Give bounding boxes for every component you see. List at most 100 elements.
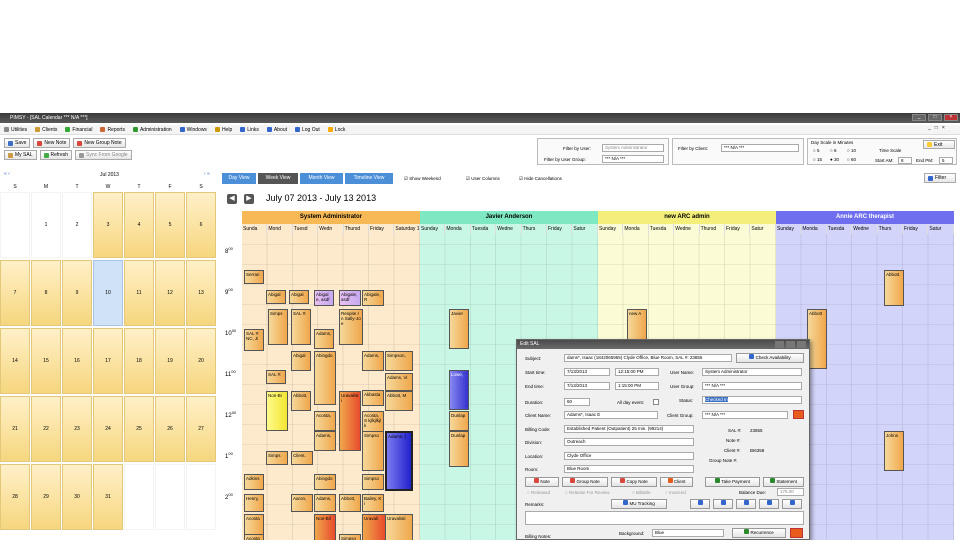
- mini-day-cell[interactable]: 23: [62, 396, 92, 462]
- user-group-select[interactable]: *** N/A ***: [702, 382, 802, 390]
- delete-icon[interactable]: [790, 528, 803, 538]
- appointment[interactable]: Abigale, asdf: [339, 290, 361, 306]
- appointment[interactable]: Non-Bil: [314, 514, 336, 540]
- group-note-button[interactable]: Group Note: [562, 477, 608, 487]
- client-name-select[interactable]: Adams*, Isaac E: [564, 411, 658, 419]
- end-pm-input[interactable]: 5: [939, 157, 953, 164]
- appointment[interactable]: Simpso: [362, 474, 384, 490]
- maximize-button[interactable]: □: [928, 114, 942, 121]
- appointment[interactable]: Abigal: [291, 351, 311, 371]
- mini-day-cell[interactable]: 7: [0, 260, 30, 326]
- user-name-select[interactable]: System Administrator: [702, 368, 802, 376]
- start-am-input[interactable]: 8: [898, 157, 912, 164]
- inner-minimize[interactable]: _: [928, 125, 931, 131]
- mini-day-cell[interactable]: 22: [31, 396, 61, 462]
- appointment[interactable]: SAL #:: [291, 309, 311, 345]
- appointment[interactable]: SAL #:: [266, 370, 286, 384]
- filter-group-select[interactable]: *** N/A ***: [602, 155, 664, 163]
- take-payment-button[interactable]: Take Payment: [705, 477, 760, 487]
- remarks-attach-button[interactable]: [782, 499, 802, 509]
- tab-week-view[interactable]: Week View: [258, 173, 298, 184]
- dialog-minimize[interactable]: [775, 341, 784, 348]
- mini-day-cell[interactable]: 5: [155, 192, 185, 258]
- end-time-input[interactable]: 1:15:00 PM: [615, 382, 659, 390]
- appointment[interactable]: Dunlap: [449, 431, 469, 467]
- menu-administration[interactable]: Administration: [132, 127, 172, 133]
- remarks-doc-button[interactable]: [759, 499, 779, 509]
- appointment[interactable]: Dunlap: [449, 411, 469, 431]
- mini-day-cell[interactable]: 30: [62, 464, 92, 530]
- appointment[interactable]: Client.: [291, 451, 313, 465]
- background-select[interactable]: Blue: [652, 529, 724, 537]
- hide-cancellations-checkbox[interactable]: ☑ Hide Cancellations: [519, 176, 562, 182]
- note-button[interactable]: Note: [525, 477, 559, 487]
- appointment[interactable]: Abigale, asdf: [314, 290, 334, 306]
- new-note-button[interactable]: New Note: [33, 138, 71, 148]
- appointment[interactable]: Uravali: [362, 514, 386, 540]
- mini-next[interactable]: › »: [204, 171, 210, 177]
- dialog-close[interactable]: [797, 341, 806, 348]
- filter-button[interactable]: Filter: [924, 173, 956, 183]
- appointment[interactable]: Simps: [268, 309, 288, 345]
- day-scale-option[interactable]: ○ 10: [847, 148, 856, 153]
- appointment[interactable]: Uravalisti: [339, 391, 361, 451]
- appointment[interactable]: Abigale, R: [362, 290, 384, 306]
- start-date-input[interactable]: 7/13/2013: [564, 368, 610, 376]
- appointment[interactable]: Abbott, M: [385, 391, 413, 411]
- day-scale-option[interactable]: ● 30: [830, 157, 839, 162]
- mini-day-cell[interactable]: 3: [93, 192, 123, 258]
- check-availability-button[interactable]: Check Availability: [736, 353, 804, 363]
- mini-day-cell[interactable]: 14: [0, 328, 30, 394]
- mini-day-cell[interactable]: 29: [31, 464, 61, 530]
- appointment[interactable]: Abingdo: [314, 474, 336, 490]
- appointment[interactable]: Simpso: [339, 534, 361, 540]
- client-group-select[interactable]: *** N/A ***: [702, 411, 788, 419]
- menu-lock[interactable]: Lock: [327, 127, 345, 133]
- menu-links[interactable]: Links: [240, 127, 259, 133]
- appointment[interactable]: Abbott: [807, 309, 827, 369]
- subject-input[interactable]: dams*, Isaac (1842065955) Clyde Office, …: [564, 354, 732, 362]
- appointment[interactable]: Abigal: [289, 290, 309, 304]
- mini-day-cell[interactable]: 15: [31, 328, 61, 394]
- appointment[interactable]: Acosta,: [314, 411, 336, 431]
- mini-day-cell[interactable]: 24: [93, 396, 123, 462]
- appointment[interactable]: Adams,: [362, 351, 384, 371]
- mini-day-cell[interactable]: 2: [62, 192, 92, 258]
- remarks-edit-button[interactable]: [713, 499, 733, 509]
- mini-day-cell[interactable]: 16: [62, 328, 92, 394]
- menu-log-out[interactable]: Log Out: [295, 127, 320, 133]
- mini-day-cell[interactable]: 21: [0, 396, 30, 462]
- inner-restore[interactable]: □: [935, 125, 938, 131]
- remarks-textarea[interactable]: [525, 511, 804, 525]
- appointment[interactable]: Lowe,: [449, 370, 469, 410]
- billable-checkbox[interactable]: ○ Billable: [632, 490, 650, 495]
- appointment[interactable]: Adams,: [314, 494, 336, 512]
- menu-about[interactable]: About: [266, 127, 287, 133]
- appointment[interactable]: Akbasta: [362, 390, 384, 406]
- mini-day-cell[interactable]: 8: [31, 260, 61, 326]
- mini-day-cell[interactable]: 26: [155, 396, 185, 462]
- all-day-checkbox[interactable]: [653, 399, 659, 405]
- mini-day-cell[interactable]: 19: [155, 328, 185, 394]
- statement-button[interactable]: Statement: [763, 477, 804, 487]
- menu-reports[interactable]: Reports: [100, 127, 125, 133]
- mini-day-cell[interactable]: 1: [31, 192, 61, 258]
- mini-day-cell[interactable]: 28: [0, 464, 30, 530]
- appointment[interactable]: Abingdo: [314, 351, 336, 405]
- mini-day-cell[interactable]: 9: [62, 260, 92, 326]
- tab-timeline-view[interactable]: Timeline View: [345, 173, 393, 184]
- client-button[interactable]: Client: [660, 477, 693, 487]
- filter-client-select[interactable]: *** N/A ***: [721, 144, 799, 152]
- appointment[interactable]: Adkins: [244, 474, 264, 490]
- client-group-add-icon[interactable]: [793, 410, 804, 419]
- user-columns-checkbox[interactable]: ☑ User Columns: [466, 176, 500, 182]
- mini-day-cell[interactable]: 31: [93, 464, 123, 530]
- menu-help[interactable]: Help: [214, 127, 232, 133]
- location-select[interactable]: Clyde Office: [564, 452, 694, 460]
- copy-note-button[interactable]: Copy Note: [611, 477, 657, 487]
- appointment[interactable]: Aaron,: [291, 494, 313, 512]
- duration-input[interactable]: 60: [564, 398, 590, 406]
- appointment[interactable]: Adams,: [314, 431, 336, 451]
- mini-day-cell[interactable]: 25: [124, 396, 154, 462]
- inner-close[interactable]: ×: [942, 125, 945, 131]
